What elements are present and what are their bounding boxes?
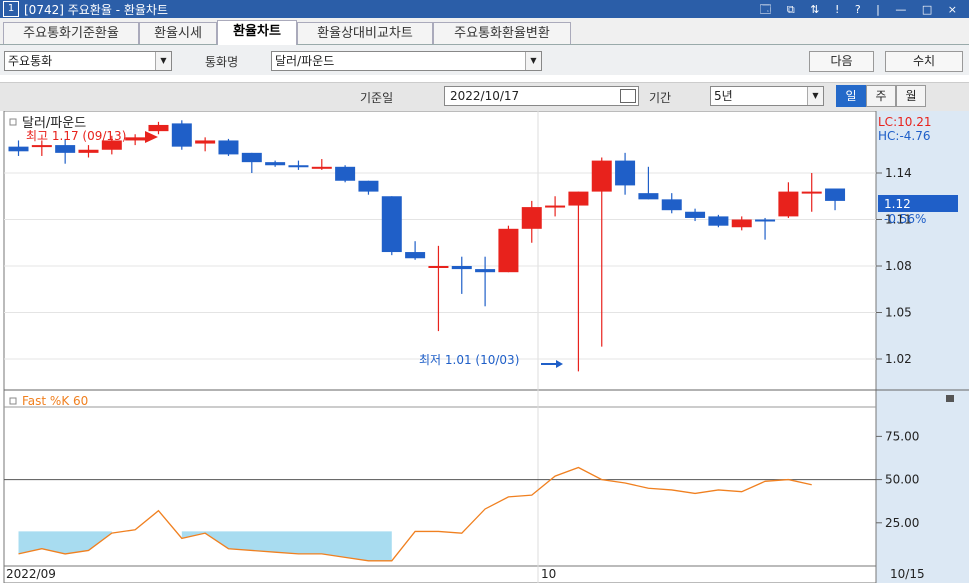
- y-tick-label: 1.08: [885, 259, 912, 273]
- candle-body: [755, 219, 776, 222]
- x-tick-label-0: 2022/09: [6, 567, 56, 581]
- chevron-down-icon[interactable]: ▼: [155, 52, 171, 70]
- last-price: 1.12: [884, 197, 911, 211]
- candle-body: [241, 152, 262, 163]
- chart-area[interactable]: 1.141.111.081.051.02 75.0050.0025.00 달러/…: [0, 111, 969, 583]
- candle-body: [125, 137, 146, 141]
- high-annotation: 최고 1.17 (09/13): [26, 129, 126, 143]
- y-tick-label: 75.00: [885, 429, 919, 443]
- category-value: 주요통화: [8, 54, 53, 68]
- period-select[interactable]: 5년 ▼: [710, 86, 824, 106]
- candle-body: [218, 140, 239, 155]
- currency-label: 통화명: [205, 55, 239, 69]
- candle-body: [638, 193, 659, 200]
- legend-box-icon: [9, 118, 17, 126]
- y-tick-label: 25.00: [885, 516, 919, 530]
- candle-body: [591, 160, 612, 192]
- y-tick-label: 50.00: [885, 473, 919, 487]
- candle-body: [521, 207, 542, 229]
- candle-body: [311, 166, 332, 169]
- y-tick-label: 1.14: [885, 166, 912, 180]
- tab-major-base-rate[interactable]: 주요통화기준환율: [3, 22, 139, 44]
- candle-body: [171, 123, 192, 147]
- date-right-label: 10/15: [890, 567, 925, 581]
- candle-body: [195, 140, 216, 144]
- period-value: 5년: [714, 89, 733, 103]
- base-date-label: 기준일: [360, 91, 394, 105]
- currency-toolbar: 주요통화 ▼ 통화명 달러/파운드 ▼ 다음 수치: [0, 45, 969, 75]
- candle-body: [405, 252, 426, 259]
- title-bar: 1 [0742] 주요환율 - 환율차트 🗔 ⧉ ⇅ ! ? | — □ ×: [0, 0, 969, 18]
- tab-rate-chart[interactable]: 환율차트: [217, 20, 297, 45]
- last-change: -0.56%: [884, 212, 926, 226]
- candle-body: [288, 165, 309, 168]
- date-toolbar: 기준일 2022/10/17 기간 5년 ▼ 일 주 월: [0, 82, 969, 112]
- candle-body: [31, 145, 52, 148]
- currency-value: 달러/파운드: [275, 54, 335, 68]
- next-button[interactable]: 다음: [809, 51, 874, 72]
- chevron-down-icon[interactable]: ▼: [807, 87, 823, 105]
- tab-converter[interactable]: 주요통화환율변환: [433, 22, 571, 44]
- candle-body: [8, 146, 29, 152]
- candle-body: [451, 266, 472, 270]
- candle-body: [335, 166, 356, 181]
- candle-body: [615, 160, 636, 186]
- base-date-input[interactable]: 2022/10/17: [444, 86, 639, 106]
- candle-body: [568, 191, 589, 206]
- tab-bar: 주요통화기준환율 환율시세 환율차트 환율상대비교차트 주요통화환율변환: [0, 18, 969, 45]
- candle-body: [661, 199, 682, 211]
- candle-body: [498, 228, 519, 273]
- indicator-title: Fast %K 60: [22, 394, 88, 408]
- y-tick-label: 1.02: [885, 352, 912, 366]
- candle-body: [731, 219, 752, 228]
- low-annotation: 최저 1.01 (10/03): [419, 353, 519, 367]
- calendar-icon[interactable]: [620, 89, 636, 103]
- candle-body: [148, 124, 169, 132]
- interval-month-button[interactable]: 월: [896, 85, 926, 107]
- interval-day-button[interactable]: 일: [836, 85, 866, 107]
- category-select[interactable]: 주요통화 ▼: [4, 51, 172, 71]
- candle-body: [685, 211, 706, 218]
- candle-body: [708, 216, 729, 226]
- window-title: [0742] 주요환율 - 환율차트: [24, 3, 168, 17]
- tab-rate-quotes[interactable]: 환율시세: [139, 22, 217, 44]
- chevron-down-icon[interactable]: ▼: [525, 52, 541, 70]
- candle-body: [428, 266, 449, 268]
- candle-body: [801, 191, 822, 194]
- candle-body: [475, 269, 496, 273]
- lc-label: LC:10.21: [878, 115, 931, 129]
- period-label: 기간: [649, 91, 672, 105]
- window-number: 1: [3, 1, 19, 17]
- interval-week-button[interactable]: 주: [866, 85, 896, 107]
- currency-select[interactable]: 달러/파운드 ▼: [271, 51, 542, 71]
- price-axis-panel: [876, 111, 969, 583]
- candle-body: [545, 205, 566, 208]
- tab-relative-chart[interactable]: 환율상대비교차트: [297, 22, 433, 44]
- candle-body: [381, 196, 402, 253]
- candle-body: [358, 180, 379, 192]
- hc-label: HC:-4.76: [878, 129, 931, 143]
- candle-body: [825, 188, 846, 201]
- value-button[interactable]: 수치: [885, 51, 963, 72]
- candle-body: [265, 162, 286, 166]
- legend-box-icon: [9, 397, 17, 405]
- y-tick-label: 1.05: [885, 306, 912, 320]
- candle-body: [55, 145, 76, 153]
- base-date-value: 2022/10/17: [450, 89, 520, 103]
- x-tick-label-1: 10: [541, 567, 556, 581]
- candle-body: [778, 191, 799, 217]
- panel-collapse-icon[interactable]: [946, 395, 954, 402]
- candle-body: [78, 149, 99, 153]
